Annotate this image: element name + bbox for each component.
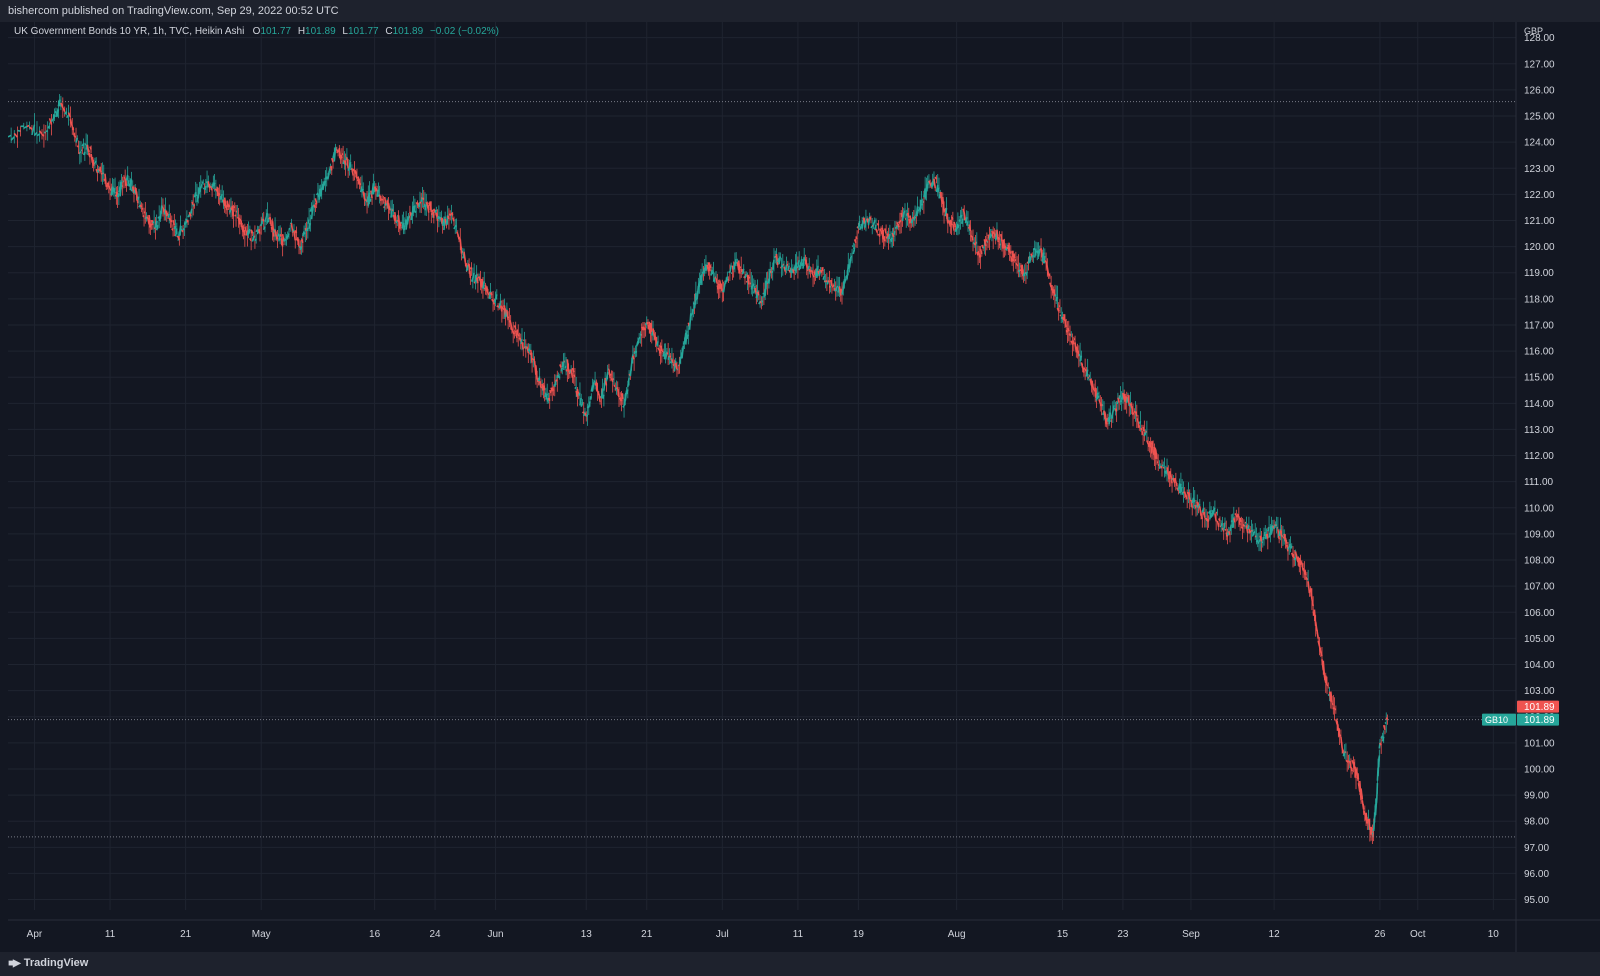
x-tick-label: Jul [716,929,729,940]
reference-lines [8,101,1516,838]
x-tick-label: 16 [369,929,381,940]
x-tick-label: 21 [180,929,192,940]
tradingview-logo[interactable]: ■▶ TradingView [8,957,88,969]
legend-close-value: 101.89 [392,26,424,37]
price-segment [23,125,28,129]
y-tick-label: 109.00 [1524,529,1555,540]
x-tick-label: 10 [1488,929,1500,940]
symbol-tag-label: GB10 [1485,715,1508,725]
y-tick-label: 120.00 [1524,242,1555,253]
y-tick-label: 96.00 [1524,869,1549,880]
brand-label: TradingView [23,957,89,969]
x-tick-label: 15 [1057,929,1069,940]
y-tick-label: 106.00 [1524,608,1555,619]
x-tick-label: Sep [1182,929,1200,940]
x-tick-label: 19 [853,929,865,940]
y-tick-label: 116.00 [1524,347,1554,358]
y-tick-label: 105.00 [1524,634,1555,645]
y-tick-label: 127.00 [1524,59,1555,70]
y-tick-label: 108.00 [1524,556,1555,567]
footer-bar [0,952,1600,976]
y-tick-label: 118.00 [1524,294,1554,305]
x-tick-label: 24 [430,929,442,940]
x-tick-label: 26 [1374,929,1386,940]
prev-price-tag-label: 101.89 [1524,702,1555,713]
y-tick-label: 115.00 [1524,373,1554,384]
y-tick-label: 124.00 [1524,138,1555,149]
x-tick-label: 11 [105,929,116,940]
y-tick-label: 99.00 [1524,791,1549,802]
x-tick-label: 13 [581,929,593,940]
published-header: bishercom published on TradingView.com, … [0,0,1600,22]
y-tick-label: 95.00 [1524,895,1549,906]
x-tick-label: 23 [1117,929,1129,940]
legend-high-label: H [297,26,306,37]
legend-symbol: UK Government Bonds 10 YR, 1h, TVC, Heik… [14,26,245,37]
y-tick-label: 119.00 [1524,268,1554,279]
y-tick-label: 122.00 [1524,190,1555,201]
price-segment [7,134,12,138]
x-tick-label: Aug [948,929,966,940]
x-tick-label: Apr [27,929,43,940]
y-tick-label: 114.00 [1524,399,1554,410]
y-tick-label: 98.00 [1524,817,1549,828]
legend-close-label: C [385,26,393,37]
y-tick-label: 101.00 [1524,738,1555,749]
axes: GBP95.0096.0097.0098.0099.00100.00101.00… [8,22,1600,952]
y-tick-label: 110.00 [1524,503,1554,514]
y-tick-label: 112.00 [1524,451,1554,462]
legend-change: −0.02 (−0.02%) [429,26,499,37]
y-tick-label: 104.00 [1524,660,1555,671]
y-tick-label: 128.00 [1524,33,1555,44]
x-tick-label: Oct [1410,929,1426,940]
y-tick-label: 125.00 [1524,112,1555,123]
legend-open-value: 101.77 [260,26,292,37]
chart-area[interactable]: GBP 95.00 96.00 97.00 98.00 99.00 100.00 101.00… [7,22,1600,952]
price-series [7,94,1389,844]
legend-low-value: 101.77 [347,26,379,37]
y-tick-label: 113.00 [1524,425,1554,436]
x-tick-label: 21 [641,929,653,940]
price-segment [13,132,19,138]
x-tick-label: May [252,929,271,940]
legend-high-value: 101.89 [305,26,336,37]
y-tick-label: 100.00 [1524,764,1555,775]
tradingview-logo-icon: ■▶ [8,958,21,969]
y-tick-label: 121.00 [1524,216,1555,227]
y-tick-label: 97.00 [1524,843,1549,854]
price-chart[interactable]: GBP95.0096.0097.0098.0099.00100.00101.00… [7,22,1600,952]
y-tick-label: 103.00 [1524,686,1555,697]
y-tick-label: 123.00 [1524,164,1555,175]
y-tick-label: 107.00 [1524,582,1555,593]
symbol-legend: UK Government Bonds 10 YR, 1h, TVC, Heik… [14,26,503,37]
x-tick-label: 12 [1269,929,1281,940]
x-tick-label: 11 [793,929,804,940]
y-tick-label: 111.00 [1524,477,1554,488]
price-segment [17,129,21,132]
x-tick-label: Jun [487,929,503,940]
price-segment [10,136,15,141]
grid [8,22,1516,910]
y-tick-label: 126.00 [1524,85,1555,96]
last-price-tag-label: 101.89 [1524,715,1555,726]
y-tick-label: 117.00 [1524,320,1554,331]
